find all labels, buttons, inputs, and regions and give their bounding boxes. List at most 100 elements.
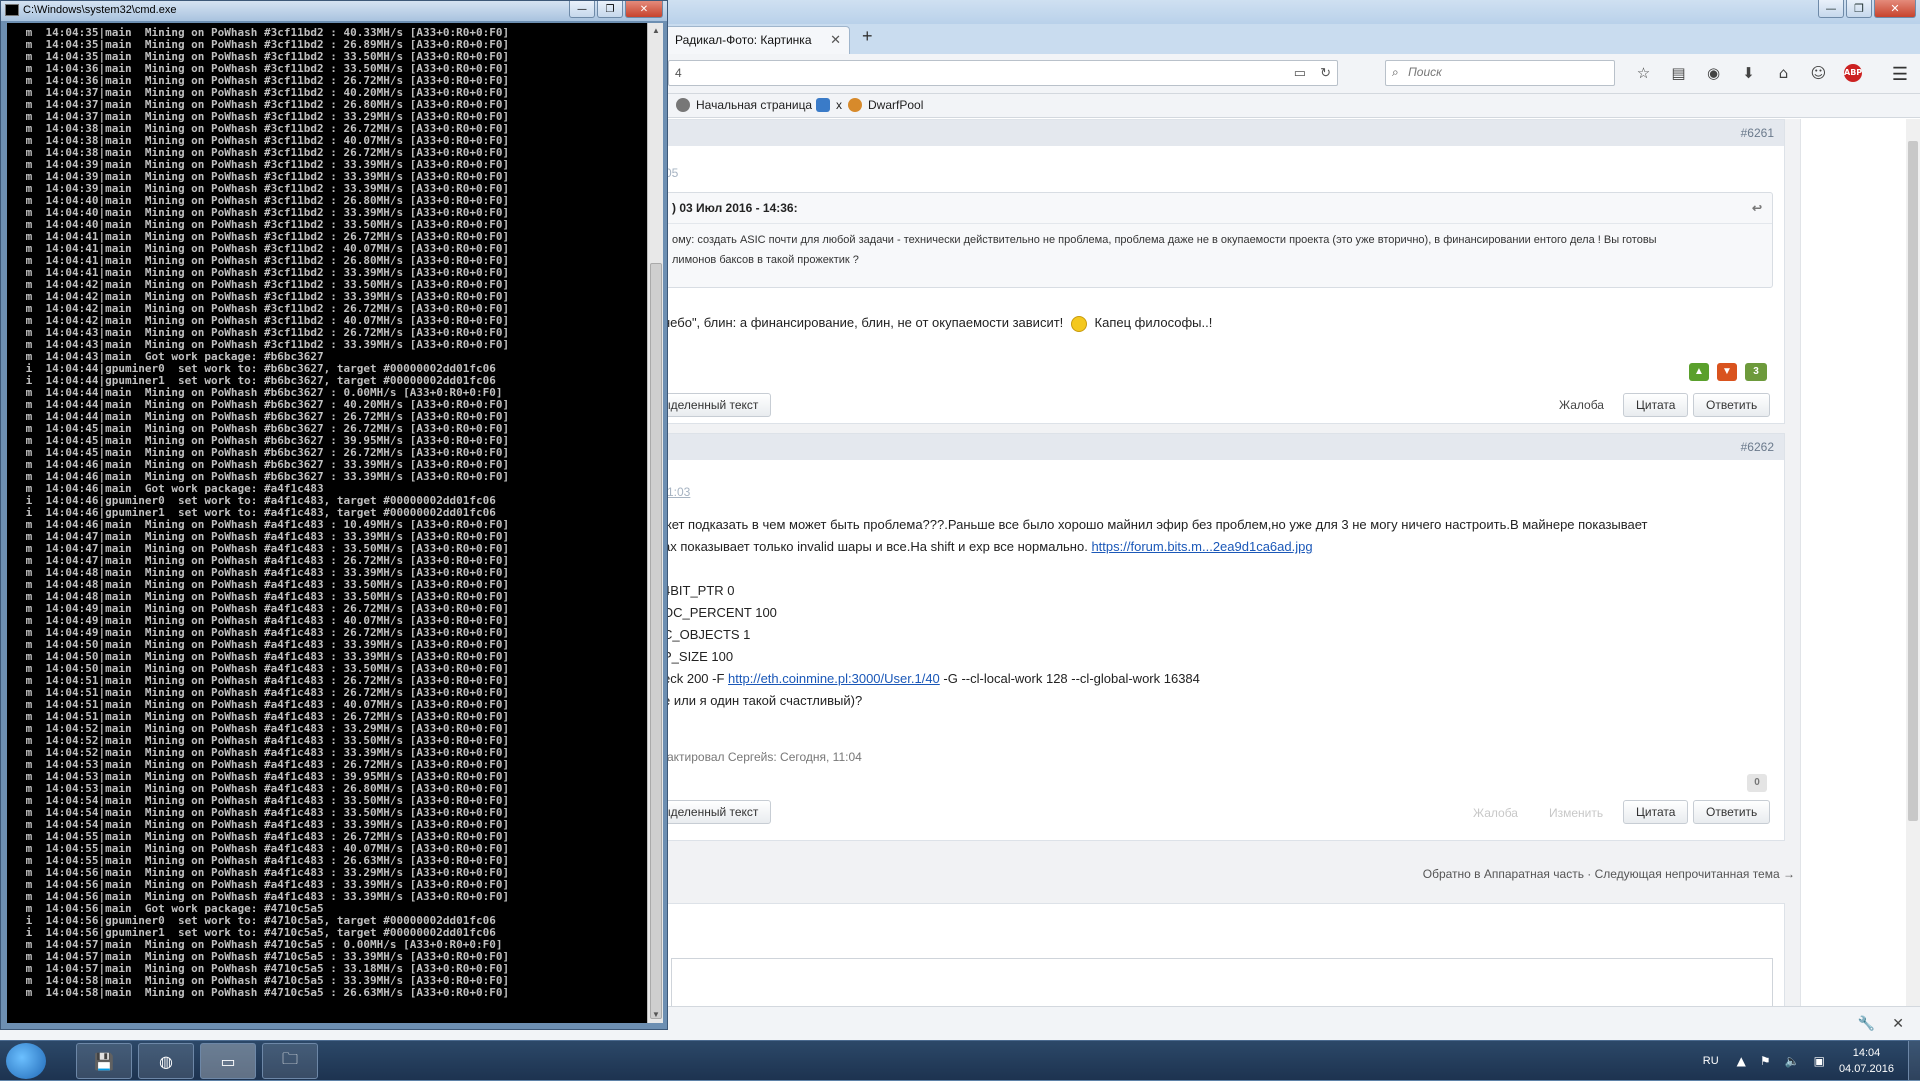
- quote-button[interactable]: Цитата: [1623, 393, 1689, 417]
- page-scrollbar[interactable]: [1906, 119, 1920, 1006]
- dwarf-icon: [848, 98, 862, 112]
- cmd-title: C:\Windows\system32\cmd.exe: [23, 4, 177, 16]
- network-icon[interactable]: ▣: [1814, 1054, 1825, 1068]
- taskbar-save-icon[interactable]: 💾: [76, 1043, 132, 1079]
- config-line: 4BIT_PTR 0: [663, 583, 735, 598]
- quick-reply-box: [660, 903, 1785, 1006]
- wrench-icon[interactable]: 🔧: [1858, 1015, 1875, 1032]
- topic-navigation[interactable]: Обратно в Аппаратная часть · Следующая н…: [1423, 867, 1795, 881]
- reload-icon[interactable]: ↻: [1320, 65, 1331, 81]
- site-icon: [816, 98, 830, 112]
- cmd-window-controls: — ❐ ✕: [567, 1, 663, 18]
- volume-icon[interactable]: 🔈: [1785, 1054, 1800, 1068]
- cmd-scrollbar[interactable]: ▲ ▼: [647, 23, 663, 1023]
- close-icon[interactable]: ✕: [1874, 0, 1916, 18]
- vote-up-icon[interactable]: ▲: [1689, 363, 1709, 381]
- vote-count: 3: [1745, 363, 1767, 381]
- smiley-icon: [1070, 315, 1087, 332]
- forum-post: #6262 1:03 жет подказать в чем может быт…: [649, 433, 1785, 841]
- maximize-icon[interactable]: ❐: [597, 1, 623, 18]
- quote-line: ому: создать ASIC почти для любой задачи…: [672, 234, 1657, 246]
- maximize-icon[interactable]: ❐: [1846, 0, 1872, 18]
- bookmark-label: Начальная страница: [696, 98, 813, 112]
- tab-radikal[interactable]: Радикал-Фото: Картинка ✕: [662, 26, 850, 54]
- system-tray: RU ▲ ⚑ 🔈 ▣ 14:04 04.07.2016: [1703, 1041, 1920, 1081]
- quote-link-icon[interactable]: ↩: [1752, 201, 1762, 215]
- scrollbar-thumb[interactable]: [650, 263, 662, 1019]
- pool-link[interactable]: http://eth.coinmine.pl:3000/User.1/40: [728, 671, 940, 686]
- scroll-down-icon[interactable]: ▼: [648, 1007, 664, 1023]
- clock[interactable]: 14:04 04.07.2016: [1839, 1045, 1894, 1077]
- quote-line: лимонов баксов в такой прожектик ?: [672, 254, 859, 266]
- tab-close-icon[interactable]: ✕: [830, 32, 841, 48]
- home-icon[interactable]: ⌂: [1766, 64, 1801, 82]
- chat-icon[interactable]: ☺: [1801, 64, 1836, 82]
- start-button[interactable]: [6, 1043, 46, 1079]
- bookmark-star-icon[interactable]: ☆: [1626, 64, 1661, 82]
- reply-button[interactable]: Ответить: [1693, 393, 1771, 417]
- quote-button[interactable]: Цитата: [1623, 800, 1689, 824]
- cmd-app-icon: [5, 4, 19, 16]
- console-line: m 14:04:58|main Mining on PoWhash #4710c…: [19, 986, 510, 999]
- command-prefix: eck 200 -F: [663, 671, 725, 686]
- reply-editor[interactable]: [671, 958, 1773, 1006]
- quote-author: ) 03 Июл 2016 - 14:36:: [672, 201, 798, 215]
- config-line: C_OBJECTS 1: [663, 627, 751, 642]
- post-number[interactable]: #6261: [661, 120, 1784, 146]
- post-number[interactable]: #6262: [661, 434, 1784, 460]
- flag-icon[interactable]: ⚑: [1760, 1054, 1771, 1068]
- scrollbar-thumb[interactable]: [1908, 141, 1918, 821]
- console-output[interactable]: m 14:04:35|main Mining on PoWhash #3cf11…: [7, 23, 647, 1023]
- image-link[interactable]: https://forum.bits.m...2ea9d1ca6ad.jpg: [1091, 539, 1312, 554]
- show-desktop-button[interactable]: [1908, 1041, 1920, 1081]
- bookmark-label: DwarfPool: [868, 98, 924, 112]
- language-indicator[interactable]: RU: [1703, 1055, 1719, 1067]
- bookmark-x[interactable]: x: [816, 98, 842, 112]
- browser-window-controls: — ❐ ✕: [1816, 0, 1916, 18]
- vote-down-icon[interactable]: ▼: [1717, 363, 1737, 381]
- url-text: 4: [675, 66, 682, 80]
- reader-view-icon[interactable]: ▭: [1294, 65, 1306, 81]
- reply-button[interactable]: Ответить: [1693, 800, 1771, 824]
- adblock-icon[interactable]: ABP: [1844, 64, 1862, 82]
- tab-title: Радикал-Фото: Картинка: [675, 33, 812, 47]
- minimize-icon[interactable]: —: [1818, 0, 1844, 18]
- quote-header: ) 03 Июл 2016 - 14:36: ↩: [662, 193, 1772, 224]
- command-suffix: -G --cl-local-work 128 --cl-global-work …: [943, 671, 1200, 686]
- url-bar[interactable]: 4 ▭ ↻: [668, 60, 1338, 86]
- close-icon[interactable]: ✕: [625, 1, 663, 18]
- taskbar: 💾 ◍ ▭ 🗀 RU ▲ ⚑ 🔈 ▣ 14:04 04.07.2016: [0, 1040, 1920, 1081]
- search-input[interactable]: ⌕ Поиск: [1385, 60, 1615, 86]
- hamburger-menu-icon[interactable]: ☰: [1892, 64, 1908, 85]
- complain-link[interactable]: Жалоба: [1473, 806, 1518, 820]
- taskbar-firefox-icon[interactable]: ◍: [138, 1043, 194, 1079]
- toolbar-icons: ☆ ▤ ◉ ⬇ ⌂ ☺ ABP: [1626, 64, 1870, 82]
- new-tab-icon[interactable]: +: [862, 26, 873, 47]
- reading-list-icon[interactable]: ▤: [1661, 64, 1696, 82]
- download-icon[interactable]: ⬇: [1731, 64, 1766, 82]
- bookmark-label: x: [836, 98, 842, 112]
- cmd-window: C:\Windows\system32\cmd.exe — ❐ ✕ m 14:0…: [0, 0, 668, 1030]
- post-date: 1:03: [667, 485, 691, 499]
- right-margin: [1800, 119, 1920, 1006]
- edit-link[interactable]: Изменить: [1549, 806, 1603, 820]
- post-line: ах показывает только invalid шары и все.…: [663, 536, 1648, 558]
- post-text-part: ах показывает только invalid шары и все.…: [663, 539, 1088, 554]
- tray-arrow-icon[interactable]: ▲: [1737, 1054, 1746, 1068]
- minimize-icon[interactable]: —: [569, 1, 595, 18]
- quote-block: ) 03 Июл 2016 - 14:36: ↩ ому: создать AS…: [661, 192, 1773, 288]
- taskbar-cmd-icon[interactable]: ▭: [200, 1043, 256, 1079]
- taskbar-explorer-icon[interactable]: 🗀: [262, 1043, 318, 1079]
- config-line: P_SIZE 100: [663, 649, 734, 664]
- close-bar-icon[interactable]: ✕: [1892, 1015, 1904, 1032]
- cmd-titlebar[interactable]: C:\Windows\system32\cmd.exe — ❐ ✕: [1, 1, 667, 21]
- post-text: небо", блин: а финансирование, блин, не …: [663, 315, 1212, 332]
- pocket-icon[interactable]: ◉: [1696, 64, 1731, 82]
- bookmark-home[interactable]: Начальная страница: [676, 98, 812, 112]
- complain-link[interactable]: Жалоба: [1559, 398, 1604, 412]
- post-text-part: небо", блин: а финансирование, блин, не …: [663, 315, 1064, 330]
- search-icon: ⌕: [1392, 65, 1399, 79]
- bookmark-dwarfpool[interactable]: DwarfPool: [848, 98, 923, 112]
- scroll-up-icon[interactable]: ▲: [648, 23, 664, 39]
- vote-count: 0: [1747, 774, 1767, 792]
